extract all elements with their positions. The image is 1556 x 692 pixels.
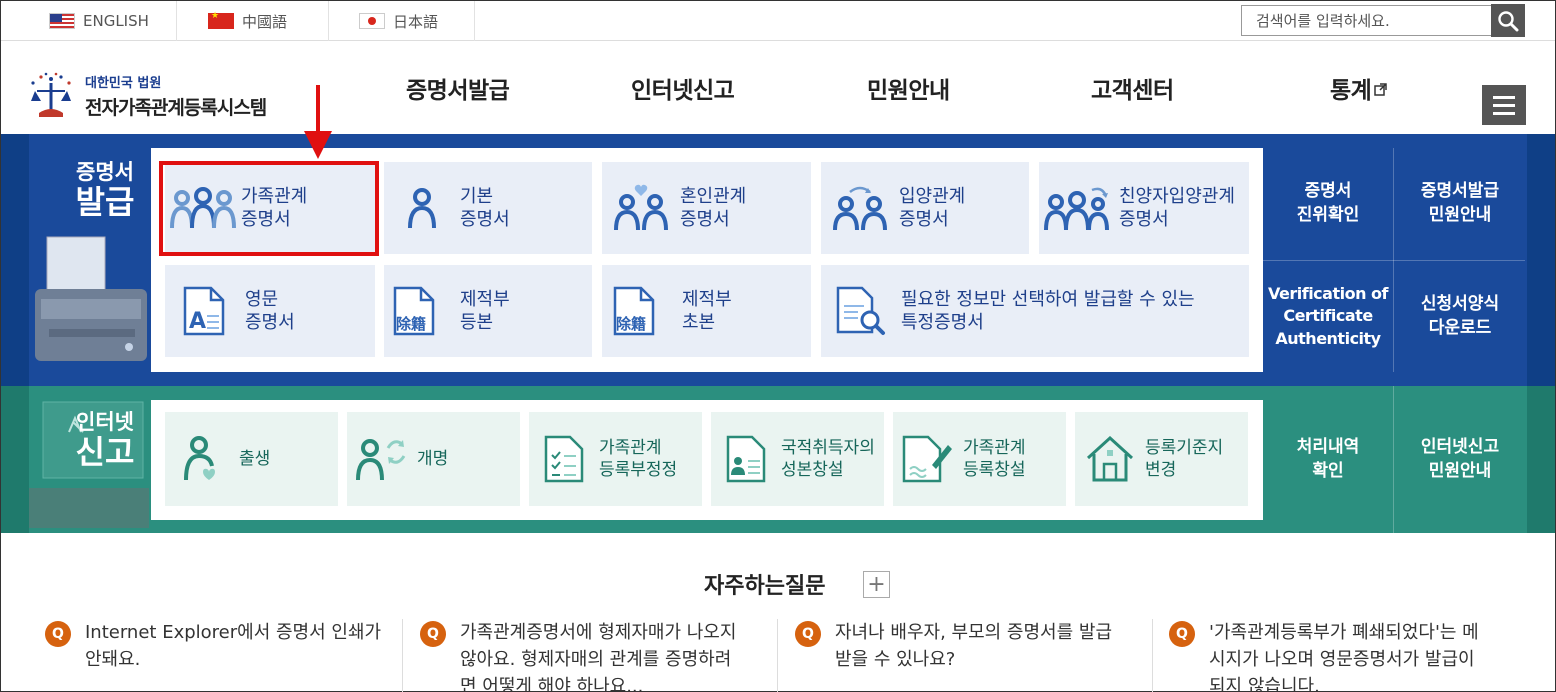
tile-label: 개명 (417, 448, 449, 469)
english-document-icon: A (165, 286, 245, 336)
search-input[interactable]: 검색어를 입력하세요. (1241, 5, 1492, 36)
tile-register-creation[interactable]: 가족관계 등록창설 (893, 412, 1066, 506)
printer-illustration-icon (35, 236, 147, 361)
internet-report-section-title: 인터넷 신고 (75, 410, 135, 472)
faq-title: 자주하는질문 (704, 574, 826, 599)
tile-english-cert[interactable]: A 영문 증명서 (165, 265, 375, 357)
faq-item[interactable]: Q '가족관계등록부가 폐쇄되었다'는 메 시지가 나오며 영문증명서가 발급이 되… (1169, 619, 1509, 692)
q-badge-icon: Q (420, 621, 446, 647)
site-logo[interactable]: 대한민국 법원 전자가족관계등록시스템 (23, 63, 303, 123)
site-header: 대한민국 법원 전자가족관계등록시스템 증명서발급 인터넷신고 민원안내 고객센… (1, 41, 1555, 134)
faq-question: 자녀나 배우자, 부모의 증명서를 발급 받을 수 있나요? (835, 622, 1113, 670)
us-flag-icon (49, 13, 75, 29)
process-history-link[interactable]: 처리내역 확인 (1263, 400, 1393, 520)
tile-base-address-change[interactable]: 등록기준지 변경 (1075, 412, 1248, 506)
logo-subtitle: 대한민국 법원 (85, 76, 162, 91)
lang-label: 中國語 (242, 12, 288, 31)
tile-specific-cert[interactable]: 필요한 정보만 선택하여 발급할 수 있는 특정증명서 (821, 265, 1249, 357)
tile-label: 국적취득자의 성본창설 (781, 437, 875, 480)
verify-certificate-link[interactable]: 증명서 진위확인 (1263, 148, 1393, 260)
tile-register-correction[interactable]: 가족관계 등록부정정 (529, 412, 702, 506)
couple-heart-icon (602, 184, 680, 232)
id-document-icon (711, 435, 781, 483)
gnb-internet-report[interactable]: 인터넷신고 (631, 41, 735, 134)
logo-title: 전자가족관계등록시스템 (85, 97, 267, 119)
tile-marriage-cert[interactable]: 혼인관계 증명서 (602, 162, 811, 254)
tile-birth-report[interactable]: 출생 (165, 412, 338, 506)
tile-label: 기본 증명서 (460, 185, 510, 230)
name-change-person-icon (347, 436, 417, 482)
report-tiles-panel: 출생 개명 가족관계 등록부정정 국적취득자의 성본창설 가족관계 등록창설 등… (151, 400, 1263, 520)
tile-label: 입양관계 증명서 (899, 185, 966, 230)
faq-more-button[interactable]: + (863, 571, 890, 598)
adoption-people-icon (821, 184, 899, 232)
japan-flag-icon (359, 13, 385, 29)
search-button[interactable] (1491, 4, 1525, 37)
q-badge-icon: Q (795, 621, 821, 647)
gnb-statistics-label: 통계 (1330, 77, 1372, 104)
tile-label: 가족관계 등록부정정 (599, 437, 678, 480)
tile-label: 등록기준지 변경 (1145, 437, 1224, 480)
application-form-download-link[interactable]: 신청서양식 다운로드 (1394, 261, 1526, 372)
tile-label: 혼인관계 증명서 (680, 185, 747, 230)
lang-japanese-link[interactable]: 日本語 (329, 1, 475, 41)
lang-english-link[interactable]: ENGLISH (31, 1, 177, 41)
faq-question: Internet Explorer에서 증명서 인쇄가 안돼요. (85, 622, 382, 670)
tile-label: 친양자입양관계 증명서 (1119, 185, 1235, 230)
q-badge-icon: Q (1169, 621, 1195, 647)
lang-chinese-link[interactable]: 中國語 (177, 1, 329, 41)
tile-label: 영문 증명서 (245, 288, 295, 333)
person-icon (384, 186, 460, 230)
tile-label: 출생 (239, 448, 271, 469)
gnb-certificate[interactable]: 증명서발급 (406, 41, 510, 134)
tile-basic-cert[interactable]: 기본 증명서 (384, 162, 592, 254)
internet-report-section: 인터넷 신고 출생 개명 가족관계 등록부정정 국적취득자의 성본창설 가족관계… (1, 386, 1555, 533)
red-arrow-icon (304, 85, 332, 159)
removed-register-document-icon: 除籍 (384, 286, 460, 336)
family-adoption-icon (1039, 184, 1119, 232)
highlight-annotation-box (159, 161, 379, 256)
court-emblem-icon (31, 72, 71, 117)
faq-item[interactable]: Q 가족관계증명서에 형제자매가 나오지 않아요. 형제자매의 관계를 증명하려 면… (420, 619, 760, 692)
tile-full-adoption-cert[interactable]: 친양자입양관계 증명서 (1039, 162, 1249, 254)
tile-removed-register-abstract[interactable]: 除籍 제적부 초본 (602, 265, 811, 357)
removed-register-document-icon: 除籍 (602, 286, 682, 336)
document-search-icon (821, 286, 901, 336)
china-flag-icon (208, 11, 234, 29)
tile-name-change[interactable]: 개명 (347, 412, 520, 506)
lang-label: ENGLISH (83, 12, 149, 30)
house-icon (1075, 436, 1145, 482)
faq-item[interactable]: Q 자녀나 배우자, 부모의 증명서를 발급 받을 수 있나요? (795, 619, 1135, 673)
q-badge-icon: Q (45, 621, 71, 647)
certificate-guide-link[interactable]: 증명서발급 민원안내 (1394, 148, 1526, 260)
report-guide-link[interactable]: 인터넷신고 민원안내 (1394, 400, 1526, 520)
svg-text:除籍: 除籍 (616, 315, 646, 333)
tile-naturalized-surname[interactable]: 국적취득자의 성본창설 (711, 412, 884, 506)
gnb-statistics[interactable]: 통계 (1330, 41, 1388, 134)
faq-question: 가족관계증명서에 형제자매가 나오지 않아요. 형제자매의 관계를 증명하려 면 어… (460, 622, 737, 692)
top-utility-bar: ENGLISH 中國語 日本語 검색어를 입력하세요. (1, 1, 1555, 41)
search-placeholder: 검색어를 입력하세요. (1256, 12, 1390, 30)
checklist-document-icon (529, 435, 599, 483)
gnb-civil-guide[interactable]: 민원안내 (867, 41, 950, 134)
external-link-icon (1374, 83, 1388, 96)
svg-text:除籍: 除籍 (396, 315, 426, 333)
tile-label: 제적부 초본 (682, 288, 732, 333)
tile-adoption-cert[interactable]: 입양관계 증명서 (821, 162, 1029, 254)
gnb-customer-center[interactable]: 고객센터 (1091, 41, 1174, 134)
verification-of-certificate-link[interactable]: Verification of Certificate Authenticity (1263, 261, 1393, 372)
document-pen-icon (893, 435, 963, 483)
tile-label: 제적부 등본 (460, 288, 510, 333)
lang-label: 日本語 (393, 12, 439, 31)
search-icon (1498, 10, 1519, 31)
faq-item[interactable]: Q Internet Explorer에서 증명서 인쇄가 안돼요. (45, 619, 385, 673)
tile-label: 필요한 정보만 선택하여 발급할 수 있는 특정증명서 (901, 288, 1195, 333)
svg-text:A: A (189, 309, 206, 334)
tile-removed-register-copy[interactable]: 除籍 제적부 등본 (384, 265, 592, 357)
hamburger-menu-button[interactable] (1482, 85, 1526, 125)
certificate-section-title: 증명서 발급 (75, 160, 135, 222)
faq-question: '가족관계등록부가 폐쇄되었다'는 메 시지가 나오며 영문증명서가 발급이 되지 … (1209, 622, 1479, 692)
tile-label: 가족관계 등록창설 (963, 437, 1026, 480)
baby-person-icon (165, 436, 239, 482)
